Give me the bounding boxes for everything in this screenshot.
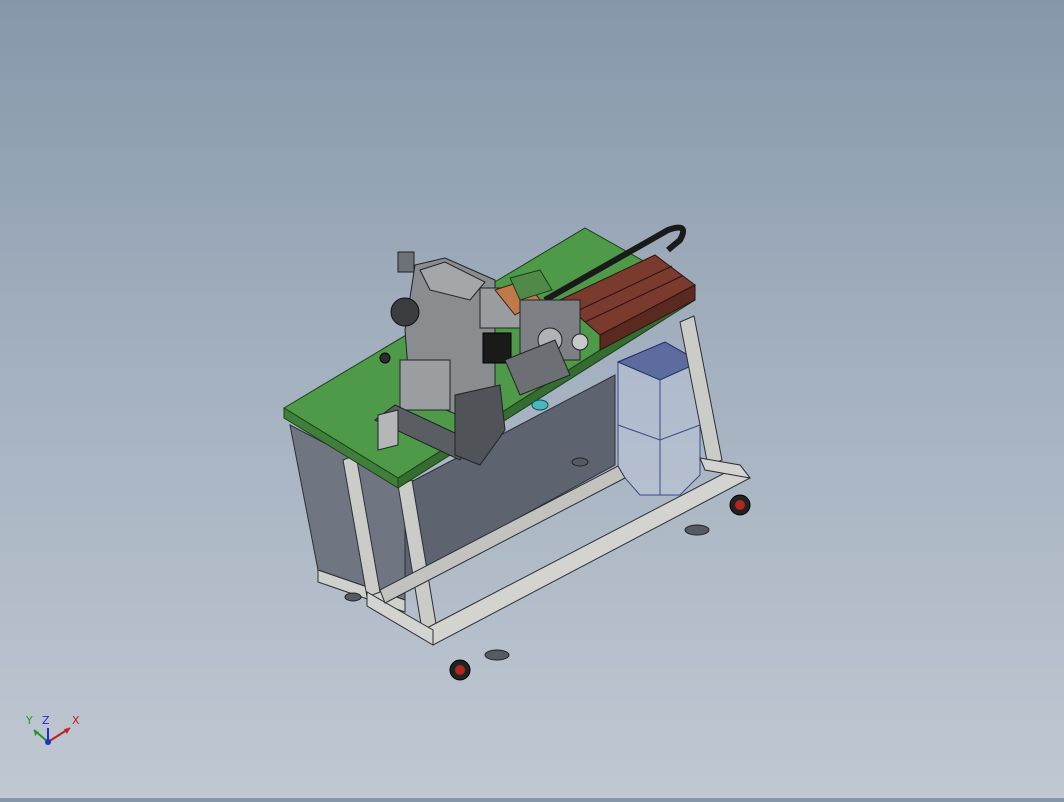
waste-bin: [616, 341, 702, 496]
machine-model[interactable]: [0, 0, 1064, 798]
z-axis-label: Z: [42, 714, 50, 727]
model-viewport[interactable]: Y Z X: [0, 0, 1064, 798]
x-axis-label: X: [72, 714, 80, 727]
y-axis-label: Y: [25, 714, 33, 727]
axis-triad: Y Z X: [22, 708, 86, 756]
